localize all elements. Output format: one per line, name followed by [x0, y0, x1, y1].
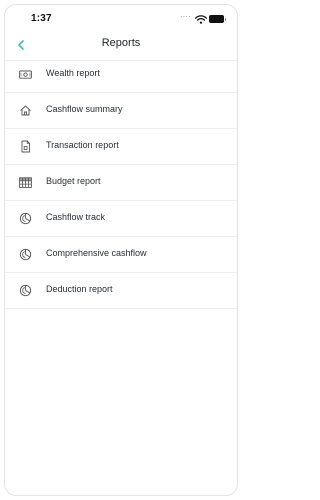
report-item-transaction[interactable]: Transaction report	[5, 129, 237, 165]
report-item-budget[interactable]: Budget report	[5, 165, 237, 201]
page-title: Reports	[101, 37, 141, 49]
report-item-deduction[interactable]: Deduction report	[5, 273, 237, 309]
banknote-icon	[19, 70, 32, 79]
report-item-wealth[interactable]: Wealth report	[5, 57, 237, 93]
grid-icon	[19, 177, 32, 188]
pie-chart-icon	[19, 248, 32, 261]
battery-icon	[209, 15, 226, 23]
report-label: Budget report	[46, 176, 101, 186]
pie-chart-icon	[19, 212, 32, 225]
signal-dots: ....	[180, 10, 191, 19]
report-item-cashflow-track[interactable]: Cashflow track	[5, 201, 237, 237]
report-label: Deduction report	[46, 284, 113, 294]
home-icon	[20, 105, 31, 116]
report-label: Cashflow track	[46, 212, 106, 222]
report-item-cashflow-summary[interactable]: Cashflow summary	[5, 93, 237, 129]
report-item-comprehensive-cashflow[interactable]: Comprehensive cashflow	[5, 237, 237, 273]
report-label: Wealth report	[46, 68, 100, 78]
report-label: Comprehensive cashflow	[46, 248, 147, 258]
phone-screen: 1:37 .... Reports Wealth report Cashflow…	[4, 4, 238, 496]
document-icon	[21, 140, 30, 153]
wifi-icon	[195, 15, 207, 24]
pie-chart-icon	[19, 284, 32, 297]
report-list: Wealth report Cashflow summary Transacti…	[5, 57, 237, 309]
status-time: 1:37	[31, 13, 52, 24]
report-label: Cashflow summary	[46, 104, 123, 114]
status-bar: 1:37 ....	[5, 5, 237, 29]
report-label: Transaction report	[46, 140, 119, 150]
